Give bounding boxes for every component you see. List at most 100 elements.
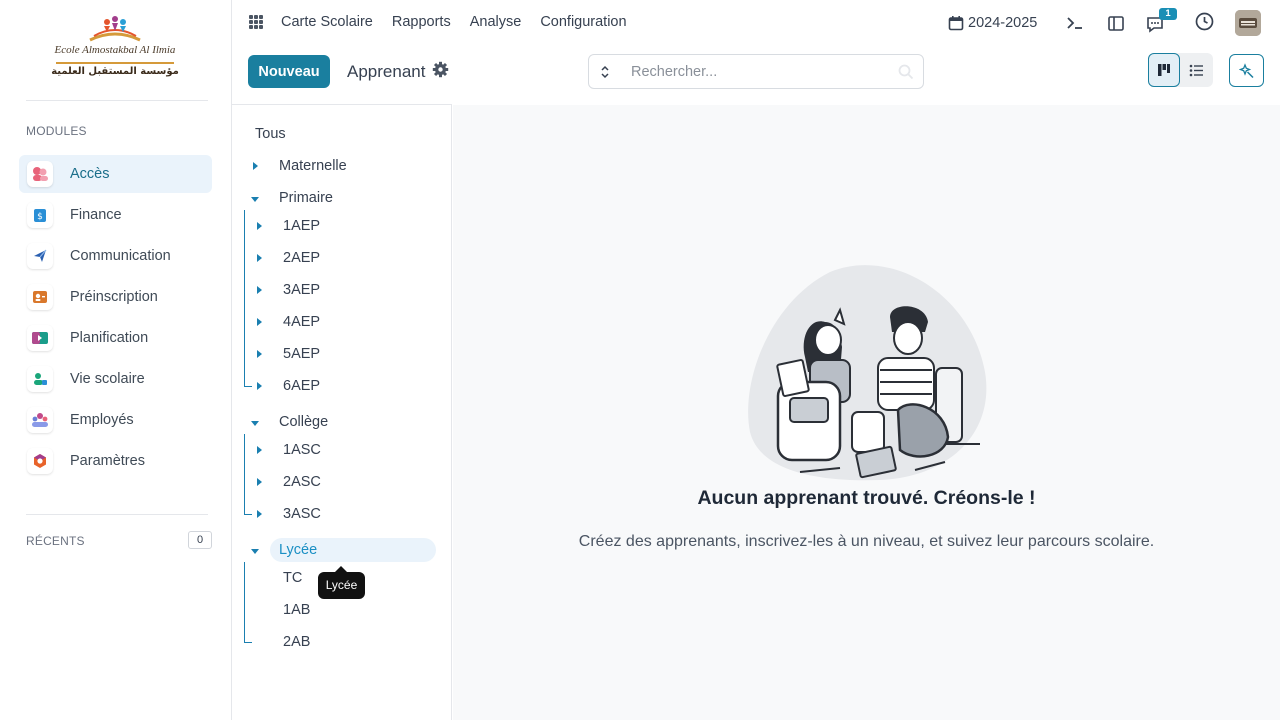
tree-item-6aep[interactable]: 6AEP [283,378,320,394]
collapse-caret-icon[interactable] [251,421,259,426]
tree-item-college[interactable]: Collège [279,414,328,430]
search-bar [588,54,924,89]
sidebar-item-label: Communication [70,248,171,264]
empty-state-subtitle: Créez des apprenants, inscrivez-les à un… [578,533,1155,550]
settings-icon [27,448,53,474]
tree-item-all[interactable]: Tous [255,126,286,142]
tree-guide-line [244,210,245,387]
view-switcher [1148,53,1213,87]
sidebar-divider [26,100,208,101]
recents-title: RÉCENTS [26,534,85,548]
school-year-selector[interactable]: 2024-2025 [948,10,1037,36]
svg-text:$: $ [37,212,43,222]
sidebar-item-acces[interactable]: Accès [19,155,212,193]
list-view-button[interactable] [1180,53,1212,87]
school-logo[interactable]: Ecole Almostakbal Al Ilmia مؤسسة المستقب… [50,14,180,86]
expand-caret-icon[interactable] [257,382,262,390]
terminal-icon[interactable] [1063,11,1087,35]
empty-state-title: Aucun apprenant trouvé. Créons-le ! [697,487,1036,509]
expand-caret-icon[interactable] [257,446,262,454]
nav-configuration[interactable]: Configuration [540,14,626,30]
logo-underline [56,62,174,64]
tooltip: Lycée [318,566,365,599]
page-title: Apprenant [347,62,426,81]
tree-item-3asc[interactable]: 3ASC [283,506,321,522]
sidebar-panel-icon[interactable] [1104,11,1128,35]
registration-icon [27,284,53,310]
sidebar-item-planification[interactable]: Planification [19,319,212,357]
nav-rapports[interactable]: Rapports [392,14,451,30]
empty-state-illustration [748,265,987,481]
tree-guide-line [244,434,245,515]
tree-guide-line [244,386,252,387]
logo-title-latin: Ecole Almostakbal Al Ilmia [54,44,176,56]
search-input[interactable] [631,62,881,82]
sidebar: Ecole Almostakbal Al Ilmia مؤسسة المستقب… [0,0,232,720]
apps-grid-icon[interactable] [249,15,263,29]
recents-count-badge: 0 [188,531,212,549]
tree-item-5aep[interactable]: 5AEP [283,346,320,362]
expand-caret-icon[interactable] [253,162,258,170]
sidebar-item-label: Finance [70,207,122,223]
tree-guide-line [244,562,245,643]
tree-item-3aep[interactable]: 3AEP [283,282,320,298]
magic-wand-button[interactable] [1229,54,1264,87]
employees-icon [27,407,53,433]
tree-item-2asc[interactable]: 2ASC [283,474,321,490]
sidebar-item-label: Employés [70,412,134,428]
tree-item-lycee[interactable]: Lycée [279,542,317,558]
sidebar-item-label: Paramètres [70,453,145,469]
tree-item-2aep[interactable]: 2AEP [283,250,320,266]
top-navigation: Carte Scolaire Rapports Analyse Configur… [281,14,646,30]
user-avatar[interactable] [1235,10,1261,36]
tree-item-primaire[interactable]: Primaire [279,190,333,206]
tree-item-tc[interactable]: TC [283,570,302,586]
tree-item-maternelle[interactable]: Maternelle [279,158,347,174]
sidebar-divider [26,514,208,515]
tree-item-4aep[interactable]: 4AEP [283,314,320,330]
expand-caret-icon[interactable] [257,350,262,358]
sidebar-item-label: Planification [70,330,149,346]
finance-icon: $ [27,202,53,228]
school-life-icon [27,366,53,392]
tree-item-1aep[interactable]: 1AEP [283,218,320,234]
search-toggle-icon[interactable] [597,64,613,80]
tree-guide-line [244,514,252,515]
sidebar-item-label: Préinscription [70,289,158,305]
expand-caret-icon[interactable] [257,478,262,486]
sidebar-item-preinscription[interactable]: Préinscription [19,278,212,316]
clock-icon[interactable] [1192,9,1216,33]
messages-badge: 1 [1159,8,1177,20]
tree-item-2ab[interactable]: 2AB [283,634,310,650]
send-icon [27,243,53,269]
planning-icon [27,325,53,351]
collapse-caret-icon[interactable] [251,549,259,554]
nav-analyse[interactable]: Analyse [470,14,522,30]
sidebar-item-employes[interactable]: Employés [19,401,212,439]
sidebar-item-communication[interactable]: Communication [19,237,212,275]
tree-item-1ab[interactable]: 1AB [283,602,310,618]
expand-caret-icon[interactable] [257,286,262,294]
sidebar-item-vie-scolaire[interactable]: Vie scolaire [19,360,212,398]
expand-caret-icon[interactable] [257,318,262,326]
users-icon [27,161,53,187]
tree-item-1asc[interactable]: 1ASC [283,442,321,458]
calendar-icon [948,16,964,31]
tree-guide-line [244,642,252,643]
avatar-image-icon [1235,10,1261,36]
logo-title-arabic: مؤسسة المستقبل العلمية [51,66,179,77]
school-year-label: 2024-2025 [968,15,1038,31]
nav-carte-scolaire[interactable]: Carte Scolaire [281,14,373,30]
sidebar-item-parametres[interactable]: Paramètres [19,442,212,480]
expand-caret-icon[interactable] [257,254,262,262]
collapse-caret-icon[interactable] [251,197,259,202]
new-button[interactable]: Nouveau [248,55,330,88]
search-icon[interactable] [898,64,914,85]
expand-caret-icon[interactable] [257,222,262,230]
gear-icon[interactable] [432,61,449,83]
expand-caret-icon[interactable] [257,510,262,518]
modules-title: MODULES [26,124,87,138]
sidebar-item-finance[interactable]: $ Finance [19,196,212,234]
list-icon [1189,64,1203,76]
kanban-view-button[interactable] [1148,53,1180,87]
